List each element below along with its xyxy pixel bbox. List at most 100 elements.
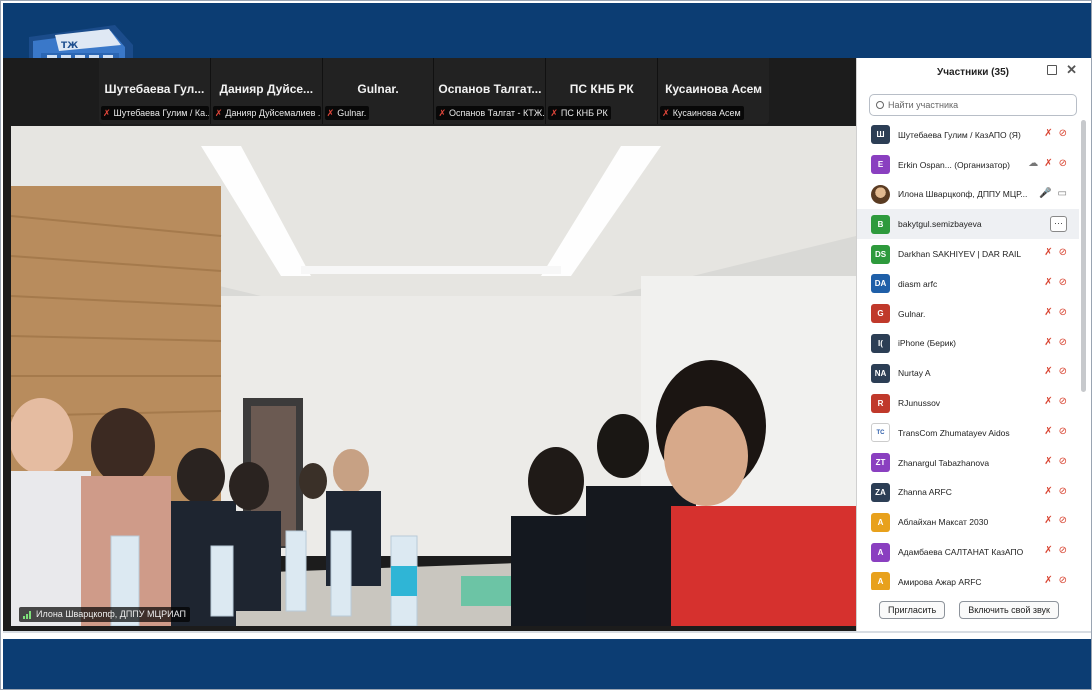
mic-off-icon: ✗ (550, 108, 558, 118)
participant-name: Nurtay A (898, 368, 931, 379)
participant-name: RJunussov (898, 398, 941, 409)
active-speaker-label: Илона Шварцкопф, ДППУ МЦРИАП (19, 607, 190, 622)
avatar: A (871, 512, 890, 532)
participant-row[interactable]: A Амирова Ажар ARFC ✗ ⊘ (857, 567, 1079, 590)
thumbnail-name: Кусаинова Асем (665, 82, 763, 96)
search-icon (876, 101, 884, 109)
mic-off-icon: ✗ (103, 108, 111, 118)
invite-button[interactable]: Пригласить (879, 601, 946, 619)
thumbnail-name: Оспанов Талгат... (438, 82, 542, 96)
participant-status-icons: ✗ ⊘ (1044, 129, 1067, 139)
mic-off-icon: ✗ (1044, 366, 1053, 378)
scrollbar[interactable] (1081, 120, 1086, 392)
video-off-icon: ⊘ (1058, 366, 1067, 378)
thumbnail-tile[interactable]: ПС КНБ РК ✗ ПС КНБ РК (546, 58, 659, 124)
participant-status-icons: ☁ ✗ ⊘ (1028, 157, 1067, 169)
panel-title: Участники (35) (937, 66, 1009, 78)
participant-status-icons: ✗ ⊘ (1044, 574, 1067, 586)
divider (3, 631, 1091, 633)
avatar: A (871, 542, 890, 562)
thumbnail-name: Данияр Дуйсе... (219, 82, 314, 96)
participant-row[interactable]: E Erkin Ospan... (Организатор) ☁ ✗ ⊘ (857, 150, 1079, 180)
thumbnail-tile[interactable]: Кусаинова Асем ✗ Кусаинова Асем (658, 58, 769, 124)
participant-name: Erkin Ospan... (Организатор) (898, 159, 1010, 170)
mic-off-icon: ✗ (1044, 425, 1053, 437)
mic-off-icon: ✗ (1044, 574, 1053, 586)
avatar: R (871, 393, 890, 413)
mic-off-icon: ✗ (1044, 545, 1053, 557)
participant-row[interactable]: ZA Zhanna ARFC ✗ ⊘ (857, 478, 1079, 508)
panel-footer: Пригласить Включить свой звук (857, 601, 1089, 619)
video-off-icon: ⊘ (1058, 276, 1067, 288)
participant-row[interactable]: ZT Zhanargul Tabazhanova ✗ ⊘ (857, 448, 1079, 478)
participant-status-icons: ✗ ⊘ (1044, 425, 1067, 437)
participant-row[interactable]: Ш Шутебаева Гулим / КазАПО (Я) ✗ ⊘ (857, 120, 1079, 150)
zoom-meeting-view: Шутебаева Гул... ✗ Шутебаева Гулим / Ка..… (3, 58, 856, 631)
thumbnail-tile[interactable]: Данияр Дуйсе... ✗ Данияр Дуйсемалиев ... (211, 58, 323, 124)
thumbnail-tile[interactable]: Оспанов Талгат... ✗ Оспанов Талгат - КТЖ.… (434, 58, 547, 124)
participant-row[interactable]: R RJunussov ✗ ⊘ (857, 388, 1079, 418)
participant-name: Шутебаева Гулим / КазАПО (Я) (898, 129, 1021, 140)
mic-icon: 🎤 (1039, 187, 1052, 199)
participant-row[interactable]: Илона Шварцкопф, ДППУ МЦР... 🎤 ▭ (857, 180, 1079, 210)
participant-status-icons: ✗ ⊘ (1044, 485, 1067, 497)
avatar: ZA (871, 482, 890, 502)
mic-off-icon: ✗ (214, 108, 223, 118)
mic-off-icon: ✗ (1044, 247, 1053, 259)
participant-name: Амирова Ажар ARFC (898, 576, 982, 587)
avatar: TC (871, 423, 890, 443)
signal-strength-icon (23, 610, 32, 619)
participant-name: iPhone (Берик) (898, 338, 956, 349)
participant-row[interactable]: DA diasm arfc ✗ ⊘ (857, 269, 1079, 299)
panel-header: Участники (35) ✕ (857, 58, 1089, 86)
participant-row[interactable]: A Адамбаева САЛТАНАТ КазАПО ✗ ⊘ (857, 537, 1079, 567)
video-off-icon: ⊘ (1058, 515, 1067, 527)
avatar: G (871, 304, 890, 324)
participant-name: Darkhan SAKHIYEV | DAR RAIL (898, 249, 1022, 260)
participant-name: bakytgul.semizbayeva (898, 219, 982, 230)
close-icon[interactable]: ✕ (1066, 62, 1077, 78)
mic-off-icon: ✗ (1044, 515, 1053, 527)
participant-status-icons: ✗ ⊘ (1044, 397, 1067, 407)
participant-status-icons: ✗ ⊘ (1044, 248, 1067, 258)
participant-row[interactable]: DS Darkhan SAKHIYEV | DAR RAIL ✗ ⊘ (857, 239, 1079, 269)
participant-status-icons: 🎤 ▭ (1039, 187, 1067, 199)
video-off-icon: ⊘ (1058, 157, 1067, 169)
participant-row[interactable]: NA Nurtay A ✗ ⊘ (857, 358, 1079, 388)
active-speaker-video[interactable]: Илона Шварцкопф, ДППУ МЦРИАП (11, 126, 856, 626)
avatar: DS (871, 244, 890, 264)
participant-status-icons: ✗ ⊘ (1044, 455, 1067, 467)
thumbnail-tag: ✗ Кусаинова Асем (660, 106, 744, 120)
thumbnail-tag: ✗ Шутебаева Гулим / Ка... (101, 106, 209, 120)
thumbnail-tile[interactable]: Шутебаева Гул... ✗ Шутебаева Гулим / Ка..… (99, 58, 211, 124)
thumbnail-tag: ✗ Данияр Дуйсемалиев ... (212, 106, 321, 120)
video-off-icon: ⊘ (1058, 128, 1067, 139)
more-options-icon[interactable]: ··· (1050, 216, 1067, 233)
thumbnail-tag: ✗ Оспанов Талгат - КТЖ... (436, 106, 545, 120)
thumbnail-tag: ✗ ПС КНБ РК (548, 106, 611, 120)
bottom-band (3, 639, 1091, 689)
participant-row[interactable]: Bbakytgul.semizbayeva ··· (857, 209, 1079, 240)
participant-row[interactable]: TC TransCom Zhumatayev Aidos ✗ ⊘ (857, 418, 1079, 448)
unmute-button[interactable]: Включить свой звук (959, 601, 1059, 619)
search-participant-input[interactable]: Найти участника (869, 94, 1077, 116)
mic-off-icon: ✗ (1044, 455, 1053, 467)
thumbnail-tile[interactable]: Gulnar. ✗ Gulnar. (323, 58, 435, 124)
thumbnail-name: Gulnar. (357, 82, 399, 96)
presentation-slide: ТЖ Шутебаева Гул... ✗ Шутебаева Гулим / К… (0, 0, 1092, 690)
participant-status-icons: ✗ ⊘ (1044, 367, 1067, 377)
video-off-icon: ⊘ (1058, 545, 1067, 557)
participant-row[interactable]: A Аблайхан Максат 2030 ✗ ⊘ (857, 507, 1079, 537)
mic-off-icon: ✗ (1044, 157, 1053, 169)
participant-row[interactable]: I(iPhone (Берик) ✗ ⊘ (857, 329, 1079, 359)
mic-off-icon: ✗ (1044, 336, 1053, 348)
mic-off-icon: ✗ (326, 108, 335, 118)
participant-row[interactable]: G Gulnar. ✗ ⊘ (857, 299, 1079, 329)
participant-list: Ш Шутебаева Гулим / КазАПО (Я) ✗ ⊘ E Erkin Os… (857, 120, 1079, 590)
popout-icon[interactable] (1047, 65, 1057, 75)
participants-panel: Участники (35) ✕ Найти участника Ш Шутеба… (856, 58, 1089, 631)
video-off-icon: ⊘ (1058, 247, 1067, 259)
meeting-room-image (11, 126, 856, 626)
avatar (871, 184, 890, 204)
mic-off-icon: ✗ (1044, 485, 1053, 497)
